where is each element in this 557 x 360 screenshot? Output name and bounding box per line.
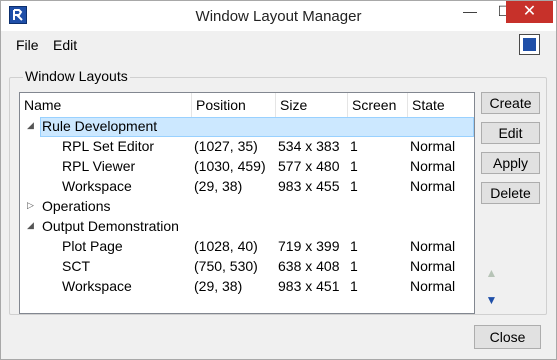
layout-state: Normal	[410, 258, 456, 274]
move-down-arrow-icon[interactable]: ▼	[483, 292, 500, 309]
layout-position: (1027, 35)	[194, 138, 258, 154]
window-layout-manager-window: Window Layout Manager — ☐ ✕ File Edit Wi…	[0, 0, 557, 360]
layout-screen: 1	[350, 158, 358, 174]
delete-button[interactable]: Delete	[481, 182, 540, 204]
layout-state: Normal	[410, 138, 456, 154]
column-name[interactable]: Name	[20, 93, 192, 117]
tree-row-layout[interactable]: RPL Set Editor (1027, 35) 534 x 383 1 No…	[20, 137, 474, 157]
layout-size: 983 x 451	[278, 278, 340, 294]
expanded-icon[interactable]: ◢	[27, 220, 34, 231]
group-name: Output Demonstration	[42, 218, 179, 234]
menu-bar: File Edit	[1, 32, 556, 58]
move-up-arrow-icon[interactable]: ▲	[483, 265, 500, 282]
layout-screen: 1	[350, 138, 358, 154]
column-position[interactable]: Position	[192, 93, 276, 117]
layout-position: (750, 530)	[194, 258, 258, 274]
tree-row-group[interactable]: ◢ Output Demonstration	[20, 217, 474, 237]
group-label: Window Layouts	[23, 68, 130, 84]
layout-name: Workspace	[62, 278, 132, 294]
tree-row-layout[interactable]: SCT (750, 530) 638 x 408 1 Normal	[20, 257, 474, 277]
tree-row-layout[interactable]: Plot Page (1028, 40) 719 x 399 1 Normal	[20, 237, 474, 257]
riverware-help-icon[interactable]	[519, 34, 540, 55]
layout-name: SCT	[62, 258, 90, 274]
layout-position: (29, 38)	[194, 178, 243, 194]
layout-screen: 1	[350, 278, 358, 294]
apply-button[interactable]: Apply	[481, 152, 540, 174]
title-bar[interactable]: Window Layout Manager — ☐ ✕	[1, 1, 556, 31]
close-window-button[interactable]: ✕	[506, 1, 553, 23]
layout-position: (29, 38)	[194, 278, 243, 294]
group-name: Rule Development	[42, 118, 158, 134]
layout-screen: 1	[350, 178, 358, 194]
column-size[interactable]: Size	[276, 93, 348, 117]
group-name: Operations	[42, 198, 111, 214]
tree-row-layout[interactable]: RPL Viewer (1030, 459) 577 x 480 1 Norma…	[20, 157, 474, 177]
layout-position: (1030, 459)	[194, 158, 266, 174]
layout-state: Normal	[410, 178, 456, 194]
layout-name: Plot Page	[62, 238, 123, 254]
tree-row-layout[interactable]: Workspace (29, 38) 983 x 455 1 Normal	[20, 177, 474, 197]
layout-state: Normal	[410, 238, 456, 254]
layout-name: RPL Viewer	[62, 158, 136, 174]
layout-size: 719 x 399	[278, 238, 340, 254]
edit-button[interactable]: Edit	[481, 122, 540, 144]
collapsed-icon[interactable]: ▷	[27, 200, 34, 211]
layout-screen: 1	[350, 258, 358, 274]
layout-size: 638 x 408	[278, 258, 340, 274]
column-header: Name Position Size Screen State	[20, 93, 474, 117]
layout-state: Normal	[410, 158, 456, 174]
layout-size: 983 x 455	[278, 178, 340, 194]
close-button[interactable]: Close	[474, 325, 541, 349]
expanded-icon[interactable]: ◢	[27, 120, 34, 131]
layout-position: (1028, 40)	[194, 238, 258, 254]
layout-size: 577 x 480	[278, 158, 340, 174]
layout-state: Normal	[410, 278, 456, 294]
menu-file[interactable]: File	[16, 37, 39, 53]
tree-row-layout[interactable]: Workspace (29, 38) 983 x 451 1 Normal	[20, 277, 474, 297]
minimize-button[interactable]: —	[453, 1, 487, 23]
layout-screen: 1	[350, 238, 358, 254]
column-state[interactable]: State	[408, 93, 474, 117]
create-button[interactable]: Create	[481, 92, 540, 114]
tree-row-group[interactable]: ▷ Operations	[20, 197, 474, 217]
layout-name: RPL Set Editor	[62, 138, 155, 154]
column-screen[interactable]: Screen	[348, 93, 408, 117]
layout-size: 534 x 383	[278, 138, 340, 154]
layout-tree[interactable]: Name Position Size Screen State ◢ Rule D…	[19, 92, 475, 314]
tree-row-group[interactable]: ◢ Rule Development	[20, 117, 474, 137]
layout-name: Workspace	[62, 178, 132, 194]
menu-edit[interactable]: Edit	[53, 37, 77, 53]
